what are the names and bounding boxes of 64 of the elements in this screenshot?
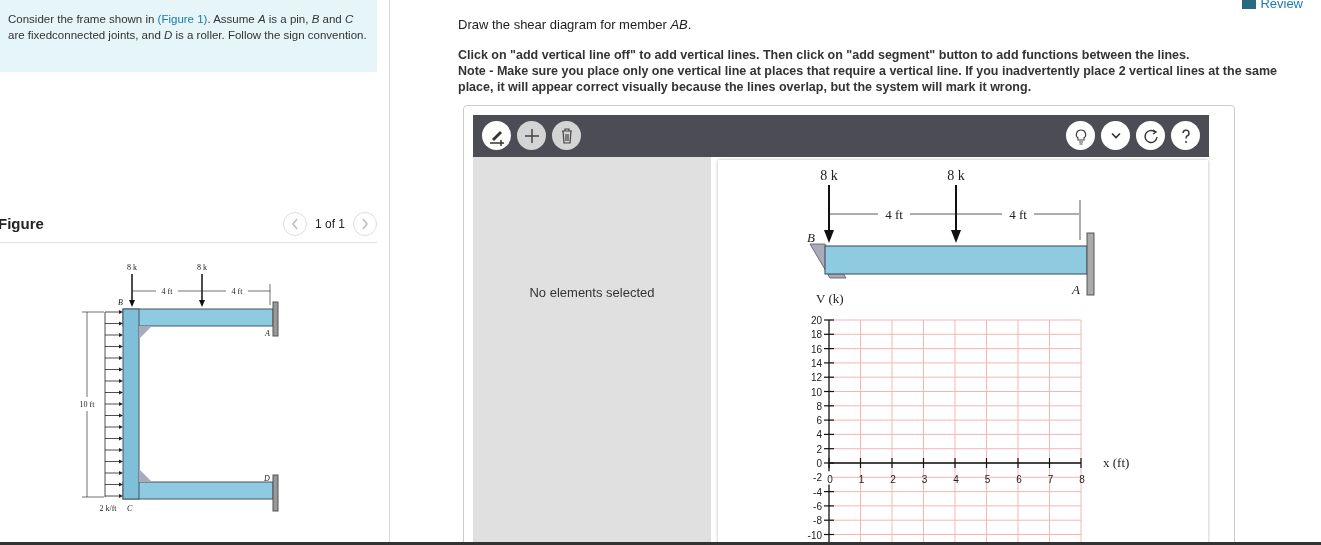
axis-tick-label: 4 <box>816 428 822 440</box>
point-label: B <box>118 298 123 307</box>
axis-tick-label: 5 <box>984 473 991 485</box>
axis-tick-label: 2 <box>890 473 896 485</box>
dimension-label: 4 ft <box>231 287 243 296</box>
load-arrow <box>824 183 834 243</box>
axis-tick-label: 20 <box>810 314 822 326</box>
axis-tick-label: 8 <box>816 400 822 412</box>
help-button[interactable] <box>1171 121 1200 150</box>
load-arrow <box>199 273 205 307</box>
axis-tick-label: 7 <box>1047 473 1054 485</box>
point-label: D <box>264 474 270 483</box>
x-axis-label: x (ft) <box>1103 454 1130 470</box>
axis-tick-label: 4 <box>953 473 959 485</box>
hint-button[interactable] <box>1066 121 1095 150</box>
axis-tick-label: 14 <box>810 357 822 369</box>
axis-tick-label: 16 <box>810 343 822 355</box>
vertical-line-button[interactable] <box>482 121 511 150</box>
axis-tick-label: -10 <box>807 529 822 540</box>
chevron-left-icon <box>290 218 299 230</box>
load-label: 8 k <box>947 167 965 183</box>
axis-tick-label: -6 <box>813 500 822 512</box>
dimension-label: 4 ft <box>161 287 173 296</box>
more-button[interactable] <box>1101 121 1130 150</box>
task-title: Draw the shear diagram for member AB. <box>458 16 693 34</box>
reset-button[interactable] <box>1136 121 1165 150</box>
axis-tick-label: 10 <box>810 386 822 397</box>
point-label: B <box>807 229 815 245</box>
axis-tick-label: -4 <box>813 486 822 498</box>
load-arrow <box>129 273 135 307</box>
point-label: C <box>127 504 133 513</box>
dimension-label: 4 ft <box>885 206 903 222</box>
load-label: 2 k/ft <box>99 504 117 513</box>
chevron-right-icon <box>361 218 369 230</box>
page-counter: 1 of 1 <box>314 216 345 233</box>
load-arrow <box>951 183 961 243</box>
axis-tick-label: 0 <box>816 457 822 469</box>
load-label: 8 k <box>820 167 838 183</box>
empty-message: No elements selected <box>529 283 655 302</box>
book-icon <box>1242 0 1257 9</box>
axis-tick-label: -8 <box>813 514 822 526</box>
segment-button[interactable] <box>517 121 546 150</box>
axis-tick-label: 8 <box>1079 473 1085 485</box>
axis-tick-label: -2 <box>813 471 822 483</box>
axis-tick-label: 2 <box>816 443 822 455</box>
delete-button[interactable] <box>552 121 581 150</box>
axis-tick-label: 6 <box>1016 473 1022 485</box>
load-label: 8 k <box>127 263 137 272</box>
point-label: A <box>265 329 270 338</box>
axis-tick-label: 18 <box>810 328 822 340</box>
chevron-down-icon <box>1110 132 1121 139</box>
instruction-text: Click on "add vertical line off" to add vertical lines. Then click on "add segment" button to add functions between the lines. <box>458 46 1191 63</box>
load-label: 8 k <box>197 263 207 272</box>
dimension-label: 4 ft <box>1009 206 1027 222</box>
point-label: A <box>1072 281 1080 297</box>
axis-tick-label: 12 <box>810 371 822 383</box>
axis-tick-label: 3 <box>921 473 928 485</box>
y-axis-label: V (k) <box>816 290 844 306</box>
dimension-label: 10 ft <box>79 400 95 409</box>
instruction-text: Note - Make sure you place only one vertical line at places that require a vertical line. If you inadvertently place 2 vertical lines at the same place, it will appear correct visually because the lines overlap, but the system will mark it wrong. <box>458 62 1279 95</box>
axis-tick-label: 1 <box>858 473 865 485</box>
axis-tick-label: 0 <box>827 473 833 485</box>
problem-text: Consider the frame shown in (Figure 1). Assume A is a pin, B and C are fixedconnected joints, and D is a roller. Follow the sign convention. <box>8 12 368 43</box>
axis-tick-label: 6 <box>816 414 822 426</box>
